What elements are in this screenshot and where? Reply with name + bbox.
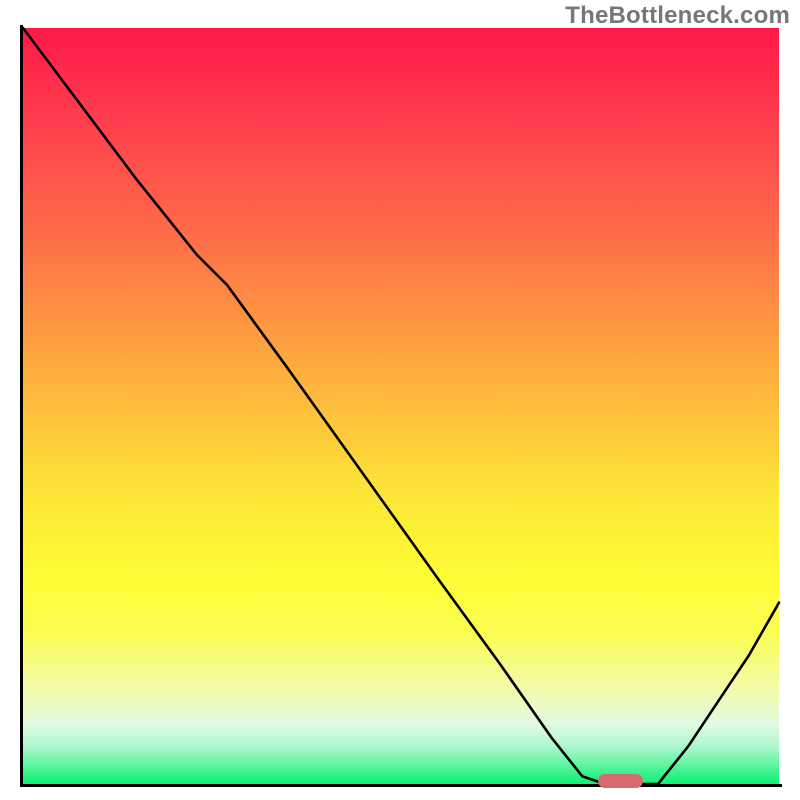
- watermark-text: TheBottleneck.com: [565, 2, 790, 30]
- plot-area: [23, 28, 779, 784]
- optimal-marker-pill: [598, 774, 643, 788]
- x-axis-line: [20, 784, 782, 787]
- curve-svg: [23, 28, 779, 784]
- bottleneck-curve-path: [23, 28, 779, 784]
- chart-frame: TheBottleneck.com: [0, 0, 800, 800]
